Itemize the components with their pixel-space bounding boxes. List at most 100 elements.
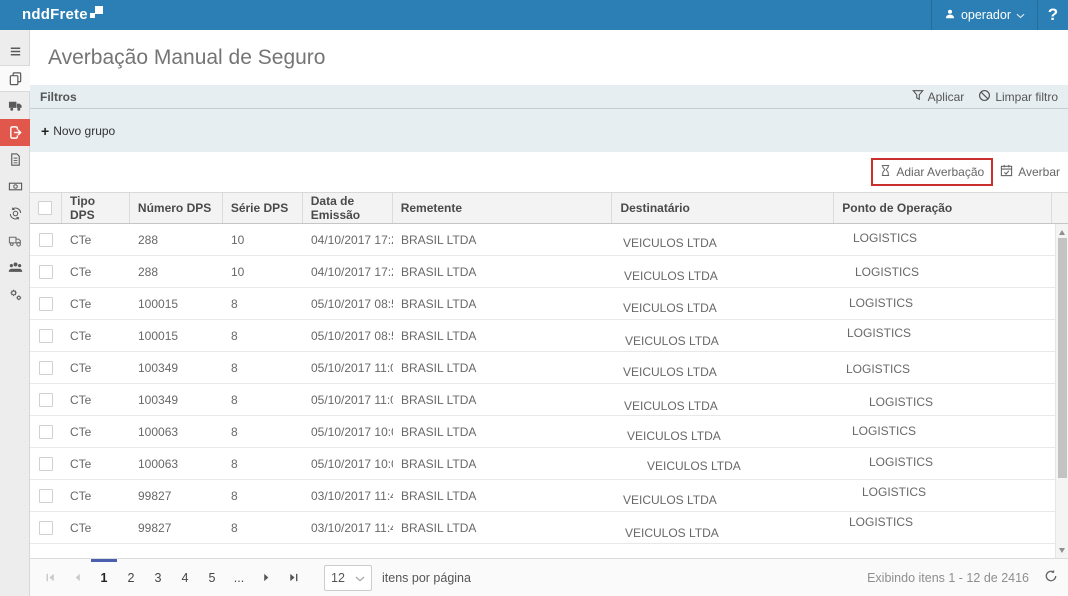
column-header-serie-dps[interactable]: Série DPS xyxy=(223,193,303,223)
sidebar-item-fleet[interactable] xyxy=(0,227,30,254)
row-checkbox-cell xyxy=(30,425,62,439)
apply-filter-button[interactable]: Aplicar xyxy=(912,89,965,104)
row-checkbox[interactable] xyxy=(39,329,53,343)
table-row[interactable]: CTe 100063 8 05/10/2017 10:06 BRASIL LTD… xyxy=(30,448,1068,480)
previous-page-button[interactable] xyxy=(65,559,89,596)
cell-destinatario: VEICULOS LTDA xyxy=(615,301,837,315)
cell-tipo-dps: CTe xyxy=(62,393,130,407)
cell-serie-dps: 10 xyxy=(223,265,303,279)
filters-panel-header: Filtros Aplicar Limpar filtro xyxy=(30,85,1068,109)
sidebar-item-documents[interactable] xyxy=(0,65,30,92)
truck-gear-icon xyxy=(8,233,23,248)
row-checkbox-cell xyxy=(30,297,62,311)
sidebar-item-settings[interactable] xyxy=(0,281,30,308)
sidebar-item-transport[interactable] xyxy=(0,92,30,119)
column-header-ponto-operacao[interactable]: Ponto de Operação xyxy=(834,193,1052,223)
first-page-button[interactable] xyxy=(38,559,62,596)
cell-serie-dps: 8 xyxy=(223,361,303,375)
cell-tipo-dps: CTe xyxy=(62,425,130,439)
table-row[interactable]: CTe 288 10 04/10/2017 17:26 BRASIL LTDA … xyxy=(30,224,1068,256)
page-button-2[interactable]: 2 xyxy=(119,559,143,596)
cell-data-emissao: 03/10/2017 11:47 xyxy=(303,489,393,503)
app-window: nddFrete operador ? xyxy=(0,0,1068,596)
cell-serie-dps: 8 xyxy=(223,329,303,343)
new-group-button[interactable]: + Novo grupo xyxy=(41,124,115,138)
page-button-5[interactable]: 5 xyxy=(200,559,224,596)
row-checkbox-cell xyxy=(30,329,62,343)
page-size-label: itens por página xyxy=(382,571,471,585)
sidebar-item-averbacao[interactable] xyxy=(0,119,30,146)
postpone-endorsement-button[interactable]: Adiar Averbação xyxy=(880,164,984,180)
table-row[interactable]: CTe 99827 8 03/10/2017 11:47 BRASIL LTDA… xyxy=(30,512,1068,544)
cell-destinatario: VEICULOS LTDA xyxy=(616,269,838,283)
cell-numero-dps: 100349 xyxy=(130,361,223,375)
table-row[interactable]: CTe 100349 8 05/10/2017 11:07 BRASIL LTD… xyxy=(30,384,1068,416)
table-row[interactable]: CTe 100015 8 05/10/2017 08:52 BRASIL LTD… xyxy=(30,288,1068,320)
cell-numero-dps: 100015 xyxy=(130,329,223,343)
page-button-3[interactable]: 3 xyxy=(146,559,170,596)
next-page-button[interactable] xyxy=(254,559,278,596)
cell-remetente: BRASIL LTDA xyxy=(393,297,613,311)
scroll-up-arrow[interactable] xyxy=(1056,226,1068,238)
row-checkbox-cell xyxy=(30,457,62,471)
row-checkbox[interactable] xyxy=(39,233,53,247)
column-header-remetente[interactable]: Remetente xyxy=(393,193,613,223)
sidebar-item-users[interactable] xyxy=(0,254,30,281)
copy-icon xyxy=(8,71,23,86)
table-row[interactable]: CTe 100015 8 05/10/2017 08:52 BRASIL LTD… xyxy=(30,320,1068,352)
annotation-highlight-box: Adiar Averbação xyxy=(871,158,993,186)
last-page-button[interactable] xyxy=(281,559,305,596)
user-menu[interactable]: operador xyxy=(931,0,1037,30)
cell-ponto-operacao: LOGISTICS xyxy=(861,455,1068,469)
scrollbar-thumb[interactable] xyxy=(1058,238,1067,478)
table-row[interactable]: CTe 100063 8 05/10/2017 10:06 BRASIL LTD… xyxy=(30,416,1068,448)
more-pages-button[interactable]: ... xyxy=(227,559,251,596)
user-menu-label: operador xyxy=(961,8,1011,22)
money-icon xyxy=(8,179,23,194)
chevron-down-icon xyxy=(1016,8,1025,22)
truck-icon xyxy=(8,98,23,113)
column-header-destinatario[interactable]: Destinatário xyxy=(612,193,834,223)
cell-remetente: BRASIL LTDA xyxy=(393,457,613,471)
column-header-data-emissao[interactable]: Data de Emissão xyxy=(303,193,393,223)
sidebar-item-dps[interactable] xyxy=(0,146,30,173)
row-checkbox[interactable] xyxy=(39,393,53,407)
row-checkbox[interactable] xyxy=(39,265,53,279)
refresh-button[interactable] xyxy=(1044,569,1058,586)
sidebar-item-menu[interactable] xyxy=(0,38,30,65)
sidebar-item-financial[interactable] xyxy=(0,200,30,227)
table-row[interactable]: CTe 288 10 04/10/2017 17:26 BRASIL LTDA … xyxy=(30,256,1068,288)
row-checkbox[interactable] xyxy=(39,489,53,503)
row-checkbox[interactable] xyxy=(39,361,53,375)
cell-data-emissao: 03/10/2017 11:47 xyxy=(303,521,393,535)
table-rows: CTe 288 10 04/10/2017 17:26 BRASIL LTDA … xyxy=(30,224,1068,544)
row-checkbox[interactable] xyxy=(39,457,53,471)
cell-numero-dps: 100015 xyxy=(130,297,223,311)
sidebar-item-billing[interactable] xyxy=(0,173,30,200)
cell-remetente: BRASIL LTDA xyxy=(393,361,613,375)
table-header: Tipo DPS Número DPS Série DPS Data de Em… xyxy=(30,192,1068,224)
scroll-down-arrow[interactable] xyxy=(1056,544,1068,556)
select-all-checkbox[interactable] xyxy=(38,201,52,215)
plus-icon: + xyxy=(41,125,49,137)
table-row[interactable]: CTe 100349 8 05/10/2017 11:07 BRASIL LTD… xyxy=(30,352,1068,384)
cell-remetente: BRASIL LTDA xyxy=(393,521,613,535)
cell-remetente: BRASIL LTDA xyxy=(393,265,613,279)
page-button-4[interactable]: 4 xyxy=(173,559,197,596)
cell-remetente: BRASIL LTDA xyxy=(393,489,613,503)
page-button-1[interactable]: 1 xyxy=(92,559,116,596)
row-checkbox[interactable] xyxy=(39,425,53,439)
help-button[interactable]: ? xyxy=(1037,0,1068,30)
row-checkbox[interactable] xyxy=(39,297,53,311)
cell-ponto-operacao: LOGISTICS xyxy=(847,265,1065,279)
page-size-value: 12 xyxy=(331,571,345,585)
cell-destinatario: VEICULOS LTDA xyxy=(617,334,839,348)
row-checkbox[interactable] xyxy=(39,521,53,535)
page-size-select[interactable]: 12 xyxy=(324,565,372,591)
column-header-numero-dps[interactable]: Número DPS xyxy=(130,193,223,223)
clear-filter-button[interactable]: Limpar filtro xyxy=(978,89,1058,105)
table-row[interactable]: CTe 99827 8 03/10/2017 11:47 BRASIL LTDA… xyxy=(30,480,1068,512)
cell-numero-dps: 100063 xyxy=(130,457,223,471)
column-header-tipo-dps[interactable]: Tipo DPS xyxy=(62,193,130,223)
endorse-button[interactable]: Averbar xyxy=(1000,164,1060,180)
